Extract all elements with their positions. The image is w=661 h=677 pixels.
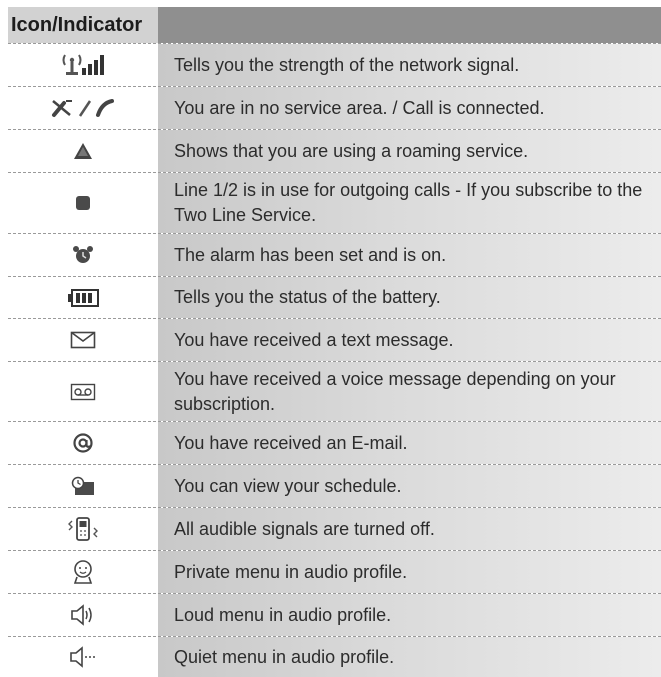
row-description: Tells you the status of the battery. bbox=[158, 277, 661, 318]
row-description: All audible signals are turned off. bbox=[158, 508, 661, 550]
voice-message-icon bbox=[70, 383, 96, 400]
table-row: All audible signals are turned off. bbox=[8, 507, 661, 550]
signal-strength-icon bbox=[62, 54, 104, 75]
row-description: Line 1/2 is in use for outgoing calls - … bbox=[158, 173, 661, 233]
row-description: Quiet menu in audio profile. bbox=[158, 637, 661, 677]
schedule-icon bbox=[71, 476, 94, 495]
table-row: Tells you the status of the battery. bbox=[8, 276, 661, 318]
table-row: You are in no service area. / Call is co… bbox=[8, 86, 661, 129]
indicator-table: Icon/Indicator Tells you the strength of… bbox=[8, 7, 661, 677]
table-row: Tells you the strength of the network si… bbox=[8, 43, 661, 86]
quiet-speaker-icon bbox=[70, 646, 95, 668]
row-description: Private menu in audio profile. bbox=[158, 551, 661, 593]
table-row: Loud menu in audio profile. bbox=[8, 593, 661, 636]
row-description: You have received a voice message depend… bbox=[158, 362, 661, 421]
table-row: You have received a voice message depend… bbox=[8, 361, 661, 421]
row-description: Loud menu in audio profile. bbox=[158, 594, 661, 636]
table-row: Line 1/2 is in use for outgoing calls - … bbox=[8, 172, 661, 233]
row-description: You have received a text message. bbox=[158, 319, 661, 361]
silent-vibrate-icon bbox=[68, 517, 98, 541]
line-1-2-icon bbox=[76, 196, 90, 210]
row-description: You can view your schedule. bbox=[158, 465, 661, 507]
table-row: The alarm has been set and is on. bbox=[8, 233, 661, 276]
private-profile-icon bbox=[73, 560, 93, 584]
loud-speaker-icon bbox=[71, 604, 92, 626]
roaming-icon bbox=[74, 143, 92, 159]
alarm-clock-icon bbox=[73, 246, 93, 263]
table-row: Private menu in audio profile. bbox=[8, 550, 661, 593]
row-description: Shows that you are using a roaming servi… bbox=[158, 130, 661, 172]
icon-column-header: Icon/Indicator bbox=[8, 7, 158, 43]
table-row: You have received an E-mail. bbox=[8, 421, 661, 464]
battery-icon bbox=[68, 288, 99, 307]
row-description: You are in no service area. / Call is co… bbox=[158, 87, 661, 129]
table-header: Icon/Indicator bbox=[8, 7, 661, 43]
table-row: You can view your schedule. bbox=[8, 464, 661, 507]
envelope-icon bbox=[70, 331, 96, 349]
row-description: The alarm has been set and is on. bbox=[158, 234, 661, 276]
no-service-call-connected-icon bbox=[52, 99, 114, 117]
table-row: Quiet menu in audio profile. bbox=[8, 636, 661, 677]
table-row: Shows that you are using a roaming servi… bbox=[8, 129, 661, 172]
description-column-header bbox=[158, 7, 661, 43]
email-at-icon bbox=[73, 433, 93, 453]
row-description: Tells you the strength of the network si… bbox=[158, 44, 661, 86]
row-description: You have received an E-mail. bbox=[158, 422, 661, 464]
table-row: You have received a text message. bbox=[8, 318, 661, 361]
